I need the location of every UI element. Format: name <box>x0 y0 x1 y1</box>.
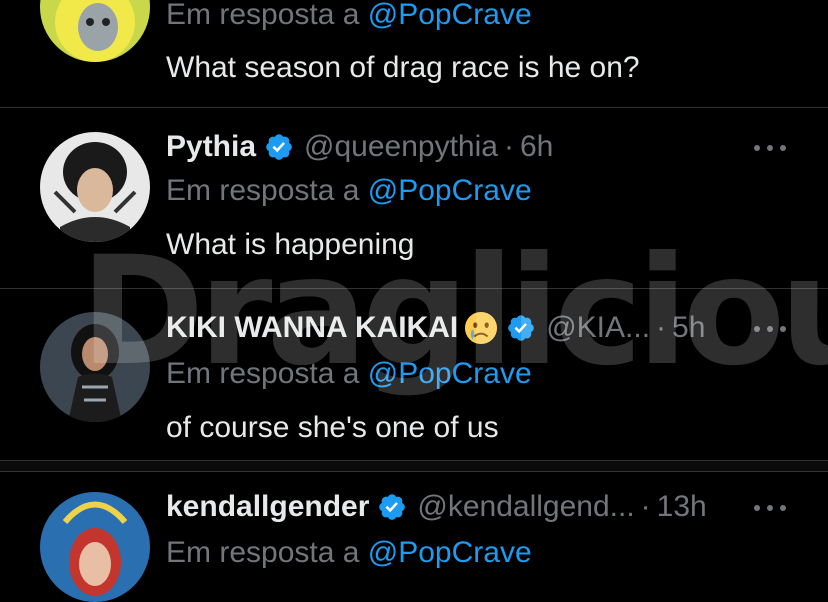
tweet-text: What season of drag race is he on? <box>166 51 640 84</box>
user-handle[interactable]: @kendallgend... <box>417 490 634 524</box>
more-options-icon[interactable] <box>754 503 786 513</box>
tweet-text: of course she's one of us <box>166 411 499 444</box>
user-handle[interactable]: @queenpythia <box>304 130 498 164</box>
separator-dot: · <box>656 311 667 344</box>
crying-face-icon <box>465 311 498 345</box>
verified-badge-icon <box>508 315 535 341</box>
reply-mention-link[interactable]: @PopCrave <box>368 174 532 207</box>
more-options-icon[interactable] <box>754 143 786 153</box>
user-avatar[interactable] <box>40 312 150 422</box>
timestamp[interactable]: 13h <box>657 490 707 524</box>
display-name[interactable]: KIKI WANNA KAIKAI <box>166 311 458 345</box>
timestamp[interactable]: 6h <box>520 130 553 164</box>
tweet-text: What is happening <box>166 228 415 261</box>
tweet[interactable]: kendallgender @kendallgend... · 13h Em r… <box>0 472 828 602</box>
reply-mention-link[interactable]: @PopCrave <box>368 357 532 390</box>
user-avatar[interactable] <box>40 492 150 602</box>
reply-context: Em resposta a @PopCrave <box>166 357 532 390</box>
user-handle[interactable]: @KIA... <box>546 311 650 345</box>
display-name[interactable]: kendallgender <box>166 490 369 524</box>
tweet[interactable]: Em resposta a @PopCrave What season of d… <box>0 0 828 107</box>
tweet-header: KIKI WANNA KAIKAI @KIA... · 5h <box>166 311 705 345</box>
separator-dot: · <box>503 130 514 163</box>
reply-mention-link[interactable]: @PopCrave <box>368 536 532 569</box>
user-avatar[interactable] <box>40 0 150 62</box>
display-name[interactable]: Pythia <box>166 130 256 164</box>
more-options-icon[interactable] <box>754 324 786 334</box>
reply-context: Em resposta a @PopCrave <box>166 0 532 31</box>
tweet[interactable]: KIKI WANNA KAIKAI @KIA... · 5h Em respos… <box>0 289 828 460</box>
verified-badge-icon <box>266 134 292 160</box>
user-avatar[interactable] <box>40 132 150 242</box>
tweet-header: kendallgender @kendallgend... · 13h <box>166 490 707 524</box>
separator-dot: · <box>640 490 651 523</box>
verified-badge-icon <box>379 494 406 520</box>
section-gap <box>0 461 828 471</box>
tweet-header: Pythia @queenpythia · 6h <box>166 130 553 164</box>
reply-context: Em resposta a @PopCrave <box>166 174 532 207</box>
reply-mention-link[interactable]: @PopCrave <box>368 0 532 31</box>
reply-context: Em resposta a @PopCrave <box>166 536 532 569</box>
tweet[interactable]: Pythia @queenpythia · 6h Em resposta a @… <box>0 108 828 288</box>
timestamp[interactable]: 5h <box>672 311 705 345</box>
